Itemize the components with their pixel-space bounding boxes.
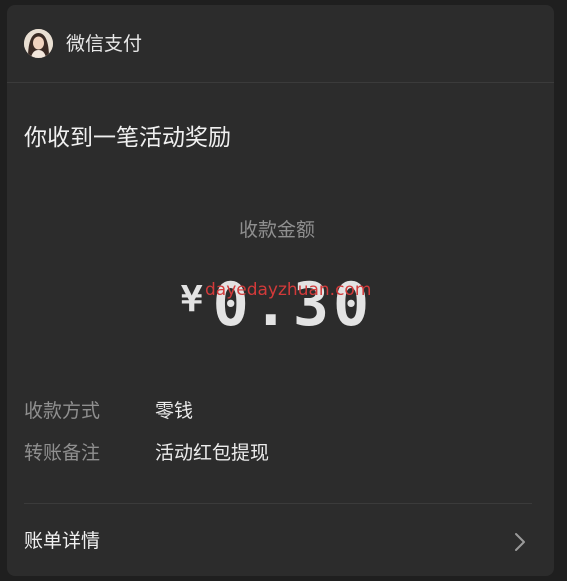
amount-value: 0.30 — [212, 270, 374, 340]
chevron-right-icon — [515, 533, 525, 551]
card-header: 微信支付 — [7, 5, 554, 83]
detail-key: 收款方式 — [24, 400, 101, 422]
payment-notification-card: 微信支付 你收到一笔活动奖励 收款金额 ¥0.30 dayedayzhuan.c… — [7, 5, 554, 576]
detail-key: 转账备注 — [24, 442, 101, 464]
detail-row-transfer-note: 转账备注 活动红包提现 — [24, 440, 269, 466]
app-title: 微信支付 — [66, 33, 143, 55]
bill-details-link[interactable]: 账单详情 — [7, 504, 554, 576]
currency-symbol: ¥ — [180, 279, 203, 320]
avatar — [24, 29, 53, 58]
detail-value: 活动红包提现 — [155, 442, 270, 464]
message-title: 你收到一笔活动奖励 — [24, 125, 231, 151]
amount-display: ¥0.30 — [7, 265, 547, 355]
detail-row-payment-method: 收款方式 零钱 — [24, 398, 193, 424]
bill-details-label: 账单详情 — [24, 530, 101, 552]
amount-label: 收款金额 — [238, 219, 315, 241]
detail-value: 零钱 — [155, 400, 194, 422]
